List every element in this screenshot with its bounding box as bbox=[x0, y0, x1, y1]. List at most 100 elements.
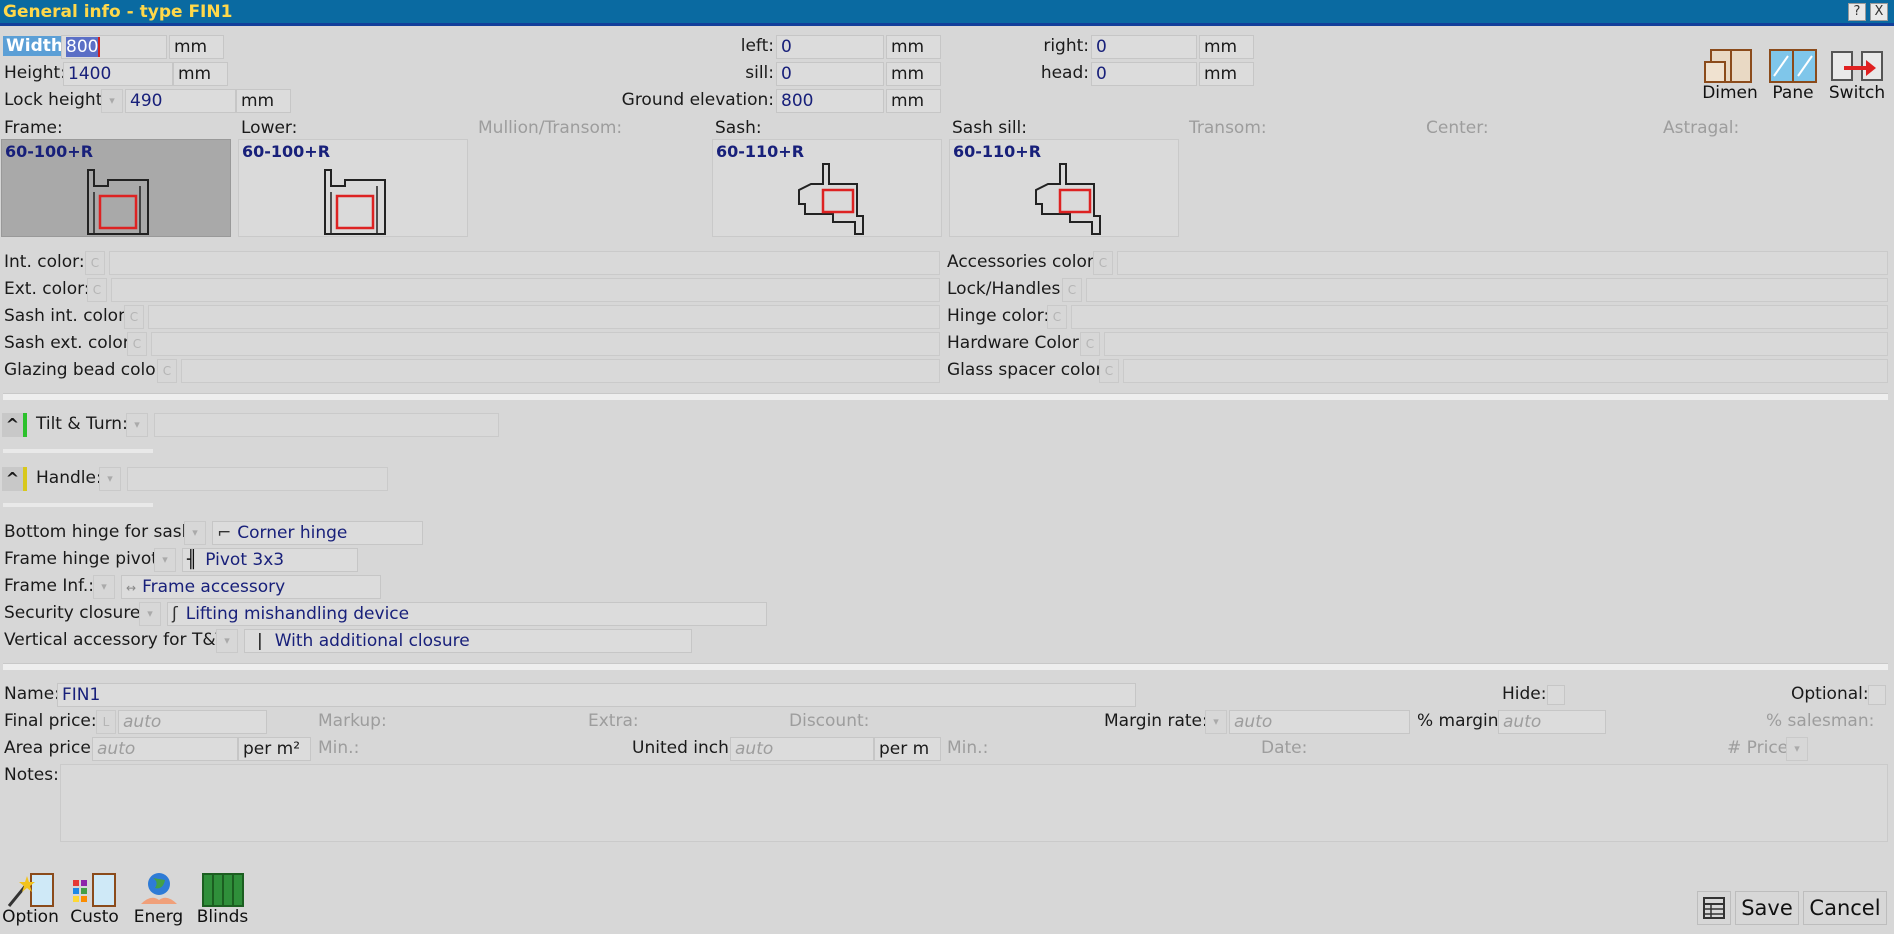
lower-profile[interactable]: 60-100+R bbox=[238, 139, 468, 237]
ground-elevation-input[interactable]: 800 bbox=[776, 89, 884, 113]
glazing-bead-color-label: Glazing bead color: bbox=[4, 360, 169, 380]
frame-inf-dropdown[interactable]: ▾ bbox=[93, 575, 115, 599]
sash-int-color-button[interactable]: C bbox=[124, 305, 144, 329]
bottom-hinge-field[interactable]: ⌐ Corner hinge bbox=[212, 521, 423, 545]
margin-rate-label: Margin rate: bbox=[1104, 711, 1208, 731]
close-button[interactable]: X bbox=[1870, 3, 1888, 21]
hardware-color-field[interactable] bbox=[1104, 332, 1888, 356]
frame-inf-field[interactable]: ↔ Frame accessory bbox=[121, 575, 381, 599]
glazing-bead-color-button[interactable]: C bbox=[157, 359, 177, 383]
int-color-field[interactable] bbox=[109, 251, 940, 275]
area-price-label: Area price: bbox=[4, 738, 97, 758]
switch-button[interactable]: Switch bbox=[1826, 46, 1888, 102]
frame-hinge-field[interactable]: ╢ Pivot 3x3 bbox=[182, 548, 358, 572]
handle-divider bbox=[3, 503, 153, 507]
final-price-input[interactable]: auto bbox=[118, 710, 267, 734]
tilt-turn-field[interactable] bbox=[154, 413, 499, 437]
bottom-hinge-dropdown[interactable]: ▾ bbox=[184, 521, 206, 545]
option-button[interactable]: Option bbox=[2, 868, 59, 930]
united-inch-input[interactable]: auto bbox=[730, 737, 874, 761]
tilt-turn-divider bbox=[3, 449, 153, 453]
closure-icon: | bbox=[257, 631, 263, 651]
lock-height-input[interactable]: 490 bbox=[125, 89, 236, 113]
blinds-button[interactable]: Blinds bbox=[194, 868, 251, 930]
frame-profile[interactable]: 60-100+R bbox=[1, 139, 231, 237]
hinge-color-field[interactable] bbox=[1071, 305, 1888, 329]
vertical-accessory-field[interactable]: | With additional closure bbox=[244, 629, 692, 653]
handle-label: Handle: bbox=[36, 468, 102, 488]
pane-button[interactable]: Pane bbox=[1763, 46, 1823, 102]
margin-rate-input[interactable]: auto bbox=[1229, 710, 1410, 734]
head-input[interactable]: 0 bbox=[1091, 62, 1197, 86]
lifting-device-icon: ʃ bbox=[172, 604, 178, 624]
sash-label: Sash: bbox=[715, 118, 762, 138]
area-price-input[interactable]: auto bbox=[92, 737, 238, 761]
hinge-color-button[interactable]: C bbox=[1047, 305, 1067, 329]
handle-collapse-toggle[interactable]: ^ bbox=[2, 467, 27, 491]
ground-elevation-unit: mm bbox=[886, 89, 941, 113]
lock-height-unit: mm bbox=[236, 89, 291, 113]
custo-button[interactable]: Custo bbox=[66, 868, 123, 930]
security-closure-dropdown[interactable]: ▾ bbox=[139, 602, 161, 626]
vertical-accessory-dropdown[interactable]: ▾ bbox=[216, 629, 238, 653]
notes-textarea[interactable] bbox=[60, 764, 1888, 842]
hardware-color-button[interactable]: C bbox=[1080, 332, 1100, 356]
energ-button[interactable]: Energ bbox=[130, 868, 187, 930]
sash-sill-profile-drawing bbox=[1035, 163, 1101, 235]
final-price-lock-button[interactable]: L bbox=[96, 710, 116, 734]
ext-color-button[interactable]: C bbox=[87, 278, 107, 302]
security-closure-field[interactable]: ʃ Lifting mishandling device bbox=[167, 602, 767, 626]
window-title: General info - type FIN1 bbox=[0, 0, 1894, 26]
right-input[interactable]: 0 bbox=[1091, 35, 1197, 59]
save-button[interactable]: Save bbox=[1735, 891, 1799, 925]
left-input[interactable]: 0 bbox=[776, 35, 884, 59]
optional-checkbox[interactable] bbox=[1868, 685, 1886, 705]
blinds-icon bbox=[201, 873, 244, 907]
mullion-transom-label: Mullion/Transom: bbox=[478, 118, 623, 138]
glass-spacer-color-field[interactable] bbox=[1123, 359, 1888, 383]
glass-spacer-color-button[interactable]: C bbox=[1099, 359, 1119, 383]
glazing-bead-color-field[interactable] bbox=[181, 359, 940, 383]
final-price-label: Final price: bbox=[4, 711, 97, 731]
lock-handles-button[interactable]: C bbox=[1062, 278, 1082, 302]
pct-margin-input[interactable]: auto bbox=[1498, 710, 1606, 734]
int-color-button[interactable]: C bbox=[85, 251, 105, 275]
area-min-label: Min.: bbox=[318, 738, 360, 758]
pct-margin-label: % margin: bbox=[1417, 711, 1505, 731]
table-view-button[interactable] bbox=[1697, 891, 1731, 925]
accessories-color-button[interactable]: C bbox=[1093, 251, 1113, 275]
dimen-button[interactable]: Dimen bbox=[1700, 46, 1760, 102]
lower-label: Lower: bbox=[241, 118, 298, 138]
table-icon bbox=[1703, 897, 1725, 919]
accessories-color-field[interactable] bbox=[1117, 251, 1888, 275]
sash-sill-profile[interactable]: 60-110+R bbox=[949, 139, 1179, 237]
margin-rate-dropdown[interactable]: ▾ bbox=[1205, 710, 1227, 734]
width-unit: mm bbox=[169, 35, 224, 59]
sash-profile[interactable]: 60-110+R bbox=[712, 139, 942, 237]
cancel-button[interactable]: Cancel bbox=[1803, 891, 1887, 925]
frame-hinge-dropdown[interactable]: ▾ bbox=[154, 548, 176, 572]
handle-field[interactable] bbox=[127, 467, 388, 491]
united-inch-label: United inch: bbox=[632, 738, 735, 758]
sash-ext-color-field[interactable] bbox=[151, 332, 940, 356]
lock-height-dropdown[interactable]: ▾ bbox=[101, 89, 123, 113]
height-input[interactable]: 1400 bbox=[63, 62, 173, 86]
handle-dropdown[interactable]: ▾ bbox=[99, 467, 121, 491]
head-unit: mm bbox=[1199, 62, 1254, 86]
tilt-turn-collapse-toggle[interactable]: ^ bbox=[2, 413, 27, 437]
sill-input[interactable]: 0 bbox=[776, 62, 884, 86]
sash-int-color-field[interactable] bbox=[148, 305, 940, 329]
lock-handles-field[interactable] bbox=[1086, 278, 1888, 302]
hide-checkbox[interactable] bbox=[1547, 685, 1565, 705]
width-input[interactable]: 800 bbox=[61, 35, 167, 59]
sash-sill-label: Sash sill: bbox=[952, 118, 1027, 138]
ext-color-field[interactable] bbox=[111, 278, 940, 302]
sash-ext-color-button[interactable]: C bbox=[127, 332, 147, 356]
corner-hinge-icon: ⌐ bbox=[217, 523, 232, 543]
united-min-label: Min.: bbox=[947, 738, 989, 758]
name-input[interactable]: FIN1 bbox=[57, 683, 1136, 707]
help-button[interactable]: ? bbox=[1848, 3, 1866, 21]
num-price-dropdown[interactable]: ▾ bbox=[1786, 737, 1808, 761]
astragal-label: Astragal: bbox=[1663, 118, 1740, 138]
tilt-turn-dropdown[interactable]: ▾ bbox=[126, 413, 148, 437]
